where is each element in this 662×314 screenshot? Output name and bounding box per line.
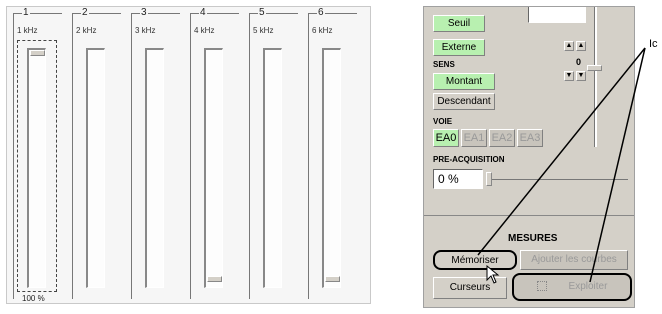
callout-label: Ic: [649, 38, 658, 50]
screenshot-root: 1 1 kHz 100 % 2 2 kHz 3 3 kHz 4 4 kHz 5 …: [0, 0, 662, 314]
callout-lines: [477, 47, 646, 283]
